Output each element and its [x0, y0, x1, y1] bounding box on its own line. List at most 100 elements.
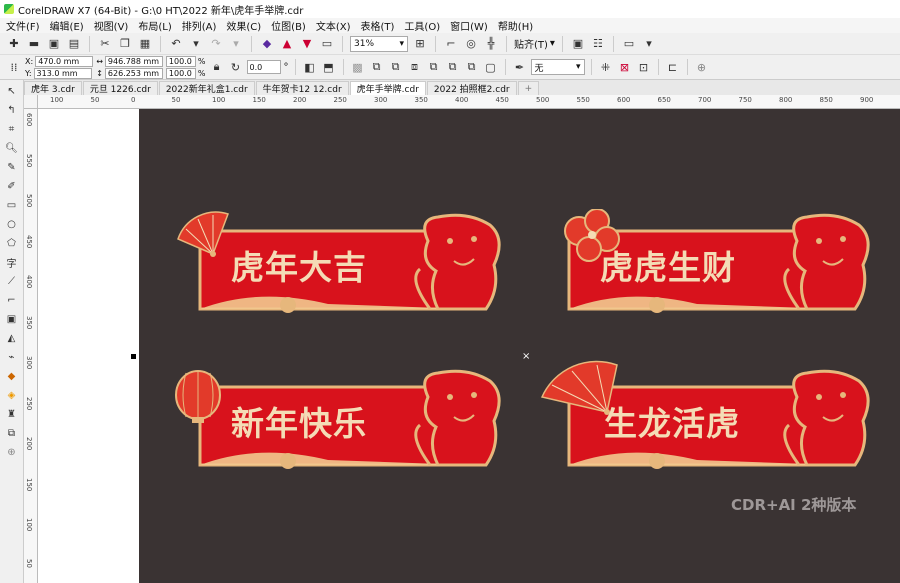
intersect-icon[interactable]: ⧈ — [407, 59, 423, 75]
save-icon[interactable]: ▣ — [46, 36, 62, 52]
menu-text[interactable]: 文本(X) — [316, 18, 351, 33]
publish-pdf-icon[interactable]: ▭ — [319, 36, 335, 52]
shape-tool-icon[interactable]: ↰ — [4, 102, 20, 118]
ruler-tick-label: 400 — [25, 275, 33, 289]
width-input[interactable]: 946.788 mm — [104, 55, 163, 67]
menu-layout[interactable]: 布局(L) — [138, 18, 171, 33]
tab-document-6[interactable]: 2022 拍照框2.cdr — [426, 81, 517, 95]
menu-edit[interactable]: 编辑(E) — [50, 18, 84, 33]
simplify-icon[interactable]: ⧉ — [426, 59, 442, 75]
height-input[interactable]: 626.253 mm — [104, 67, 163, 79]
redo-dropdown-icon[interactable]: ▾ — [228, 36, 244, 52]
rectangle-tool-icon[interactable]: ▭ — [4, 197, 20, 213]
new-document-icon[interactable]: ✚ — [6, 36, 22, 52]
weld-icon[interactable]: ⧉ — [369, 59, 385, 75]
undo-dropdown-icon[interactable]: ▾ — [188, 36, 204, 52]
ruler-tick-label: 600 — [617, 96, 631, 104]
launcher-dropdown-icon[interactable]: ▾ — [641, 36, 657, 52]
outline-pen-tool-icon[interactable]: ♜ — [4, 406, 20, 422]
mirror-vertical-icon[interactable]: ⬒ — [321, 59, 337, 75]
ellipse-tool-icon[interactable]: ○ — [4, 216, 20, 232]
outline-color-icon[interactable]: ⧉ — [4, 425, 20, 441]
outline-width-dropdown[interactable]: 无 ▾ — [530, 59, 585, 75]
chevron-down-icon: ▾ — [575, 62, 581, 72]
tab-document-5[interactable]: 虎年手举牌.cdr — [349, 81, 426, 95]
y-position-input[interactable]: 313.0 mm — [33, 67, 92, 79]
quick-customize-icon[interactable]: ⊕ — [694, 59, 710, 75]
x-position-input[interactable]: 470.0 mm — [35, 55, 94, 67]
cut-icon[interactable]: ✂ — [97, 36, 113, 52]
show-grid-icon[interactable]: ◎ — [463, 36, 479, 52]
convert-to-curves-icon[interactable]: ⊡ — [636, 59, 652, 75]
scale-y-input[interactable]: 100.0 — [165, 67, 196, 79]
horizontal-ruler[interactable]: 100 50 0 50 100 150 200 250 300 350 400 450 500 550 60… — [38, 95, 900, 109]
drop-shadow-icon[interactable]: ▣ — [4, 311, 20, 327]
parallel-dimension-icon[interactable]: ⟋ — [4, 273, 20, 289]
welcome-screen-icon[interactable]: ▣ — [570, 36, 586, 52]
menu-bitmaps[interactable]: 位图(B) — [271, 18, 306, 33]
export-icon[interactable]: ▼ — [299, 36, 315, 52]
clear-envelope-icon[interactable]: ⊠ — [617, 59, 633, 75]
zoom-tool-icon[interactable]: 🔍︎ — [4, 140, 20, 156]
mirror-horizontal-icon[interactable]: ◧ — [302, 59, 318, 75]
import-icon[interactable]: ▲ — [279, 36, 295, 52]
tab-document-3[interactable]: 2022新年礼盒1.cdr — [158, 81, 255, 95]
tab-document-2[interactable]: 元旦 1226.cdr — [82, 81, 158, 95]
ruler-tick-label: 250 — [333, 96, 347, 104]
application-launcher-icon[interactable]: ▭ — [621, 36, 637, 52]
print-icon[interactable]: ▤ — [66, 36, 82, 52]
menu-table[interactable]: 表格(T) — [361, 18, 395, 33]
artistic-media-icon[interactable]: ✐ — [4, 178, 20, 194]
show-rulers-icon[interactable]: ⌐ — [443, 36, 459, 52]
front-minus-back-icon[interactable]: ⧉ — [445, 59, 461, 75]
undo-icon[interactable]: ↶ — [168, 36, 184, 52]
add-tab-icon[interactable]: + — [517, 81, 540, 95]
ruler-origin-corner[interactable] — [24, 95, 38, 109]
lock-ratio-icon[interactable]: 🔒︎ — [209, 59, 225, 75]
zoom-level-dropdown[interactable]: 31% ▾ — [350, 35, 408, 52]
menu-tools[interactable]: 工具(O) — [404, 18, 440, 33]
tab-document-4[interactable]: 牛年贺卡12 12.cdr — [255, 81, 349, 95]
align-distribute-icon[interactable]: ⊏ — [665, 59, 681, 75]
connector-tool-icon[interactable]: ⌐ — [4, 292, 20, 308]
rotation-angle-input[interactable]: 0.0 — [246, 60, 281, 74]
menu-file[interactable]: 文件(F) — [6, 18, 40, 33]
freehand-tool-icon[interactable]: ✎ — [4, 159, 20, 175]
copy-icon[interactable]: ❐ — [117, 36, 133, 52]
menu-help[interactable]: 帮助(H) — [498, 18, 533, 33]
selection-handle[interactable] — [131, 354, 136, 359]
text-tool-icon[interactable]: 字 — [4, 254, 20, 270]
menu-view[interactable]: 视图(V) — [94, 18, 129, 33]
selection-center-mark[interactable]: × — [522, 351, 530, 362]
trim-icon[interactable]: ⧉ — [388, 59, 404, 75]
show-guidelines-icon[interactable]: ╬ — [483, 36, 499, 52]
vertical-ruler[interactable]: 600 550 500 450 400 350 300 250 200 150 100 50 — [24, 109, 38, 583]
object-origin-icon[interactable]: ⁞⁞ — [6, 59, 22, 75]
scale-x-input[interactable]: 100.0 — [165, 55, 196, 67]
color-eyedropper-icon[interactable]: ⌁ — [4, 349, 20, 365]
powerclip-icon[interactable]: ⁜ — [598, 59, 614, 75]
options-icon[interactable]: ☷ — [590, 36, 606, 52]
snap-to-dropdown[interactable]: 贴齐(T) ▾ — [514, 36, 555, 51]
crop-tool-icon[interactable]: ⌗ — [4, 121, 20, 137]
menu-window[interactable]: 窗口(W) — [450, 18, 488, 33]
paste-icon[interactable]: ▦ — [137, 36, 153, 52]
create-boundary-icon[interactable]: ▢ — [483, 59, 499, 75]
banner-4-text: 生龙活虎 — [604, 404, 740, 443]
search-content-icon[interactable]: ◆ — [259, 36, 275, 52]
menu-effects[interactable]: 效果(C) — [226, 18, 261, 33]
redo-icon[interactable]: ↷ — [208, 36, 224, 52]
menu-arrange[interactable]: 排列(A) — [182, 18, 217, 33]
pick-tool-icon[interactable]: ↖ — [4, 83, 20, 99]
transparency-tool-icon[interactable]: ◭ — [4, 330, 20, 346]
open-folder-icon[interactable]: ▬ — [26, 36, 42, 52]
smart-fill-icon[interactable]: ◈ — [4, 387, 20, 403]
back-minus-front-icon[interactable]: ⧉ — [464, 59, 480, 75]
full-screen-preview-icon[interactable]: ⊞ — [412, 36, 428, 52]
combine-icon[interactable]: ▩ — [350, 59, 366, 75]
polygon-tool-icon[interactable]: ⬠ — [4, 235, 20, 251]
position-fields: X: 470.0 mm Y: 313.0 mm — [25, 55, 94, 79]
interactive-fill-icon[interactable]: ◆ — [4, 368, 20, 384]
tab-document-1[interactable]: 虎年 3.cdr — [24, 81, 82, 95]
add-tool-icon[interactable]: ⊕ — [4, 444, 20, 460]
